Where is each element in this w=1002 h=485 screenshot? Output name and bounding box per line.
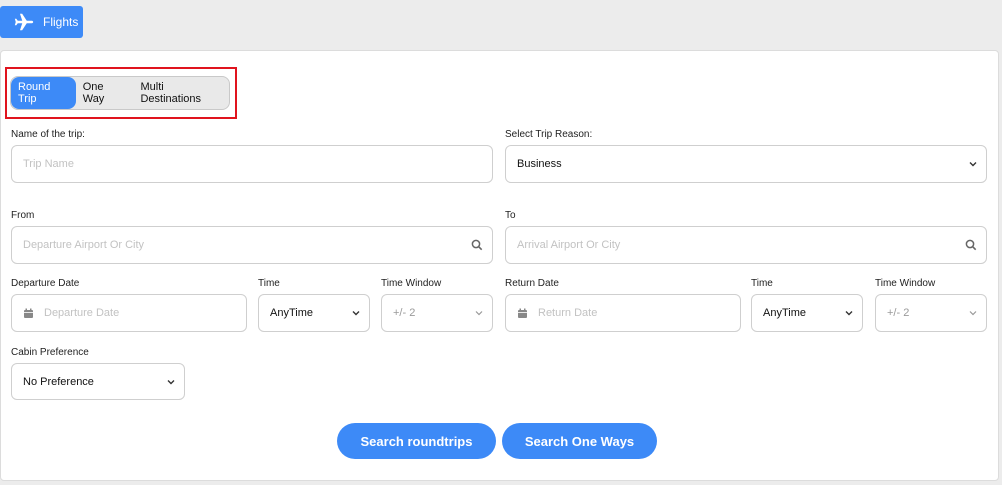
- return-window-select[interactable]: +/- 2: [875, 294, 987, 332]
- from-placeholder: Departure Airport Or City: [23, 239, 145, 251]
- departure-time-label: Time: [258, 278, 280, 289]
- departure-date-input[interactable]: Departure Date: [11, 294, 247, 332]
- departure-date-label: Departure Date: [11, 278, 80, 289]
- trip-type-toggle: Round Trip One Way Multi Destinations: [10, 76, 230, 110]
- chevron-down-icon: [969, 162, 977, 167]
- to-input[interactable]: Arrival Airport Or City: [505, 226, 987, 264]
- chevron-down-icon: [475, 311, 483, 316]
- departure-window-value: +/- 2: [393, 307, 416, 319]
- departure-window-select[interactable]: +/- 2: [381, 294, 493, 332]
- return-date-input[interactable]: Return Date: [505, 294, 741, 332]
- trip-name-input[interactable]: Trip Name: [11, 145, 493, 183]
- return-date-label: Return Date: [505, 278, 559, 289]
- from-label: From: [11, 210, 35, 221]
- search-roundtrips-button[interactable]: Search roundtrips: [337, 423, 496, 459]
- return-time-select[interactable]: AnyTime: [751, 294, 863, 332]
- search-one-ways-button[interactable]: Search One Ways: [502, 423, 657, 459]
- cabin-preference-label: Cabin Preference: [11, 347, 89, 358]
- departure-time-select[interactable]: AnyTime: [258, 294, 370, 332]
- one-way-option[interactable]: One Way: [76, 77, 134, 109]
- chevron-down-icon: [845, 311, 853, 316]
- return-window-label: Time Window: [875, 278, 936, 289]
- return-date-placeholder: Return Date: [538, 307, 598, 319]
- departure-time-value: AnyTime: [270, 307, 313, 319]
- return-time-value: AnyTime: [763, 307, 806, 319]
- round-trip-option[interactable]: Round Trip: [11, 77, 76, 109]
- calendar-icon: [518, 308, 527, 318]
- flights-tab[interactable]: Flights: [0, 6, 83, 38]
- search-icon: [965, 239, 977, 251]
- flight-search-card: Round Trip One Way Multi Destinations Na…: [0, 50, 999, 481]
- flights-tab-label: Flights: [43, 15, 79, 29]
- cabin-preference-select[interactable]: No Preference: [11, 363, 185, 400]
- trip-name-label: Name of the trip:: [11, 129, 85, 140]
- departure-date-placeholder: Departure Date: [44, 307, 120, 319]
- cabin-preference-value: No Preference: [23, 375, 94, 388]
- chevron-down-icon: [352, 311, 360, 316]
- trip-reason-select[interactable]: Business: [505, 145, 987, 183]
- to-placeholder: Arrival Airport Or City: [517, 239, 621, 251]
- trip-reason-value: Business: [517, 158, 562, 170]
- trip-name-placeholder: Trip Name: [23, 158, 74, 170]
- return-time-label: Time: [751, 278, 773, 289]
- trip-reason-label: Select Trip Reason:: [505, 129, 593, 140]
- multi-destinations-option[interactable]: Multi Destinations: [133, 77, 229, 109]
- chevron-down-icon: [969, 311, 977, 316]
- to-label: To: [505, 210, 516, 221]
- airplane-icon: [14, 13, 34, 31]
- chevron-down-icon: [167, 379, 175, 384]
- calendar-icon: [24, 308, 33, 318]
- departure-window-label: Time Window: [381, 278, 442, 289]
- from-input[interactable]: Departure Airport Or City: [11, 226, 493, 264]
- search-icon: [471, 239, 483, 251]
- return-window-value: +/- 2: [887, 307, 910, 319]
